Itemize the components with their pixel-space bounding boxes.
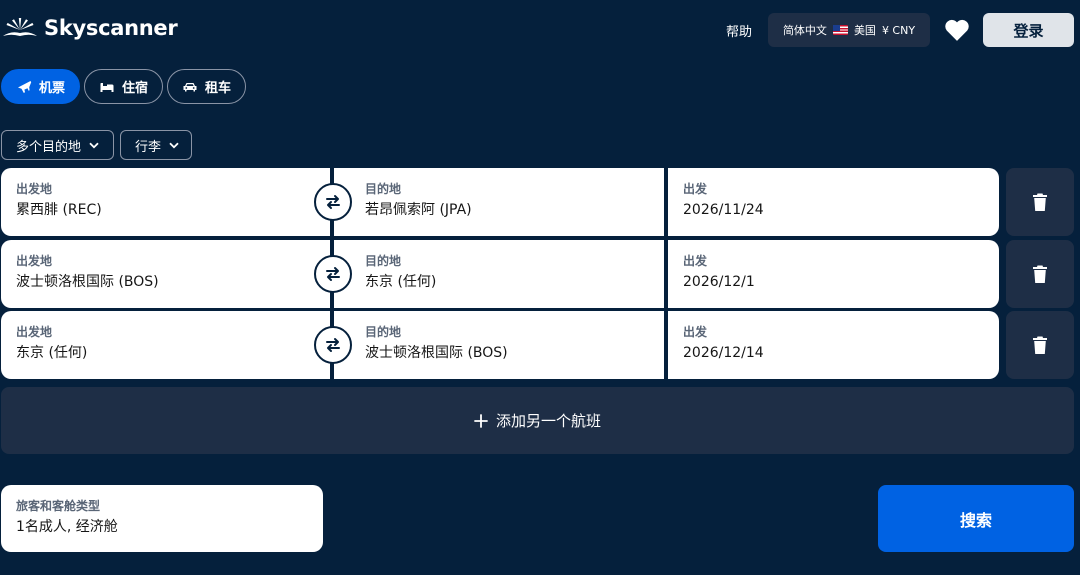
flight-leg-3: 出发地 东京 (任何) 目的地 波士顿洛根国际 (BOS) 出发 2026/12… — [1, 311, 999, 379]
airplane-icon — [17, 80, 32, 93]
language-label: 简体中文 — [782, 24, 827, 37]
delete-leg-button[interactable] — [1006, 168, 1074, 236]
login-button[interactable]: 登录 — [983, 13, 1074, 47]
trip-type-select[interactable]: 多个目的地 — [1, 130, 114, 160]
origin-field[interactable]: 出发地 波士顿洛根国际 (BOS) — [1, 240, 330, 308]
car-icon — [183, 82, 197, 91]
plus-icon — [474, 413, 488, 428]
origin-field[interactable]: 出发地 东京 (任何) — [1, 311, 330, 379]
travellers-value: 1名成人, 经济舱 — [16, 519, 118, 535]
flight-leg-2: 出发地 波士顿洛根国际 (BOS) 目的地 东京 (任何) 出发 2026/12… — [1, 240, 999, 308]
origin-value: 累西腓 (REC) — [16, 202, 102, 218]
origin-label: 出发地 — [16, 325, 53, 339]
destination-value: 若昂佩索阿 (JPA) — [365, 202, 472, 218]
origin-field[interactable]: 出发地 累西腓 (REC) — [1, 168, 330, 236]
add-flight-label: 添加另一个航班 — [495, 412, 601, 430]
heart-icon[interactable] — [944, 18, 970, 42]
header: Skyscanner 帮助 简体中文 美国 ¥ CNY 登录 — [0, 0, 1080, 60]
brand-name: Skyscanner — [44, 16, 178, 40]
add-flight-button[interactable]: 添加另一个航班 — [1, 387, 1074, 454]
us-flag-icon — [832, 25, 848, 35]
baggage-value: 行李 — [135, 139, 162, 155]
swap-arrows-icon — [326, 267, 340, 281]
depart-value: 2026/12/14 — [683, 345, 764, 361]
travellers-label: 旅客和客舱类型 — [16, 499, 101, 513]
help-link[interactable]: 帮助 — [726, 21, 752, 40]
origin-value: 东京 (任何) — [16, 345, 88, 361]
depart-label: 出发 — [683, 325, 708, 339]
depart-value: 2026/12/1 — [683, 274, 755, 290]
bed-icon — [100, 82, 114, 92]
depart-label: 出发 — [683, 254, 708, 268]
depart-label: 出发 — [683, 182, 708, 196]
flight-leg-1: 出发地 累西腓 (REC) 目的地 若昂佩索阿 (JPA) 出发 2026/11… — [1, 168, 999, 236]
region-label: 美国 — [853, 24, 876, 37]
origin-value: 波士顿洛根国际 (BOS) — [16, 274, 159, 290]
tab-label: 租车 — [204, 81, 231, 96]
sunrise-logo-icon — [3, 18, 37, 36]
destination-field[interactable]: 目的地 若昂佩索阿 (JPA) — [334, 168, 664, 236]
destination-label: 目的地 — [365, 254, 402, 268]
destination-field[interactable]: 目的地 波士顿洛根国际 (BOS) — [334, 311, 664, 379]
delete-leg-button[interactable] — [1006, 311, 1074, 379]
travellers-cabin-field[interactable]: 旅客和客舱类型 1名成人, 经济舱 — [1, 485, 323, 552]
origin-label: 出发地 — [16, 254, 53, 268]
currency-label: ¥ CNY — [881, 23, 916, 37]
tab-label: 住宿 — [121, 81, 148, 96]
tab-flights[interactable]: 机票 — [1, 69, 80, 104]
trash-icon — [1033, 193, 1047, 211]
trash-icon — [1033, 336, 1047, 354]
skyscanner-logo[interactable]: Skyscanner — [2, 14, 178, 42]
chevron-down-icon — [89, 142, 99, 148]
locale-button[interactable]: 简体中文 美国 ¥ CNY — [768, 13, 930, 47]
depart-date-field[interactable]: 出发 2026/12/1 — [668, 240, 999, 308]
destination-field[interactable]: 目的地 东京 (任何) — [334, 240, 664, 308]
delete-leg-button[interactable] — [1006, 240, 1074, 308]
swap-arrows-icon — [326, 338, 340, 352]
trip-type-value: 多个目的地 — [16, 139, 82, 155]
chevron-down-icon — [169, 142, 179, 148]
swap-button[interactable] — [314, 255, 352, 293]
baggage-select[interactable]: 行李 — [120, 130, 192, 160]
swap-button[interactable] — [314, 326, 352, 364]
depart-date-field[interactable]: 出发 2026/12/14 — [668, 311, 999, 379]
origin-label: 出发地 — [16, 182, 53, 196]
tab-hotels[interactable]: 住宿 — [84, 69, 163, 104]
destination-label: 目的地 — [365, 325, 402, 339]
tab-label: 机票 — [38, 81, 65, 96]
tab-cars[interactable]: 租车 — [167, 69, 246, 104]
search-button[interactable]: 搜索 — [878, 485, 1074, 552]
trash-icon — [1033, 265, 1047, 283]
depart-value: 2026/11/24 — [683, 202, 764, 218]
depart-date-field[interactable]: 出发 2026/11/24 — [668, 168, 999, 236]
swap-button[interactable] — [314, 183, 352, 221]
swap-arrows-icon — [326, 195, 340, 209]
destination-value: 波士顿洛根国际 (BOS) — [365, 345, 508, 361]
destination-label: 目的地 — [365, 182, 402, 196]
destination-value: 东京 (任何) — [365, 274, 437, 290]
